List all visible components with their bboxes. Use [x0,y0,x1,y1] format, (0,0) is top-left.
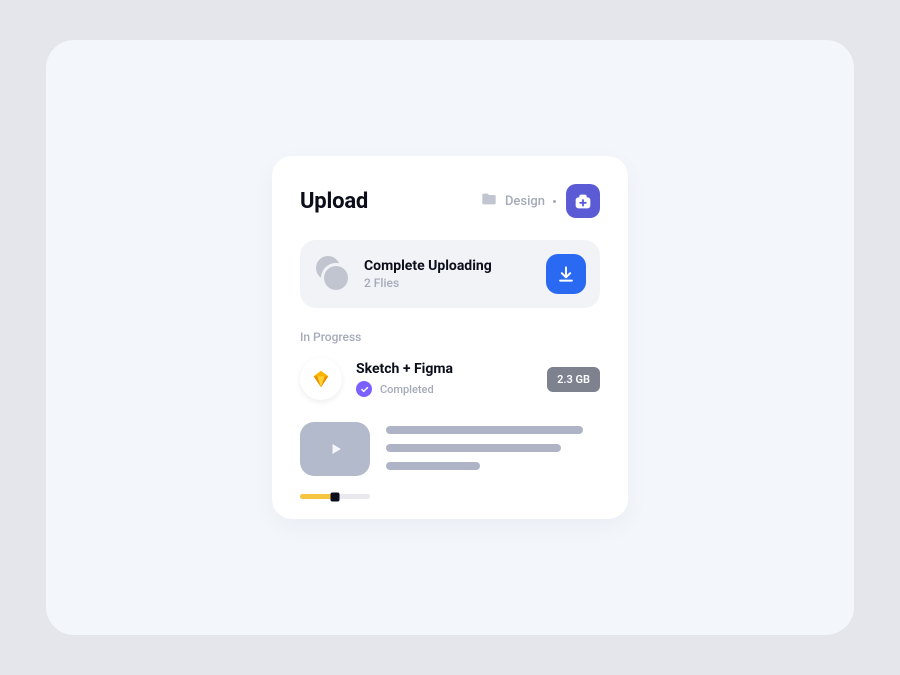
add-folder-button[interactable] [566,184,600,218]
check-icon [356,381,372,397]
file-text: Sketch + Figma Completed [356,361,533,397]
in-progress-label: In Progress [300,330,600,344]
upload-progress[interactable] [300,494,370,499]
placeholder-item [300,422,600,476]
download-button[interactable] [546,254,586,294]
file-status-row: Completed [356,381,533,397]
stacked-files-icon [314,256,350,292]
file-name: Sketch + Figma [356,361,533,377]
complete-upload-title: Complete Uploading [364,258,532,274]
briefcase-plus-icon [572,190,594,212]
sketch-icon [310,368,332,390]
complete-upload-row: Complete Uploading 2 Flies [300,240,600,308]
card-header: Upload Design [300,184,600,218]
upload-card: Upload Design Com [272,156,628,519]
skeleton-line [386,426,583,434]
complete-upload-count: 2 Flies [364,276,532,290]
placeholder-lines [386,422,600,470]
download-icon [556,264,576,284]
page-title: Upload [300,189,471,214]
play-icon [325,439,345,459]
progress-knob[interactable] [331,492,340,501]
file-app-icon [300,358,342,400]
breadcrumb-separator [553,200,556,203]
file-size-badge: 2.3 GB [547,367,600,392]
complete-upload-text: Complete Uploading 2 Flies [364,258,532,290]
skeleton-line [386,462,480,470]
video-thumbnail[interactable] [300,422,370,476]
file-status-text: Completed [380,383,434,396]
app-surface: Upload Design Com [46,40,854,635]
breadcrumb-label: Design [505,194,545,209]
breadcrumb[interactable]: Design [481,191,556,211]
skeleton-line [386,444,561,452]
folder-icon [481,191,497,211]
file-row: Sketch + Figma Completed 2.3 GB [300,358,600,400]
